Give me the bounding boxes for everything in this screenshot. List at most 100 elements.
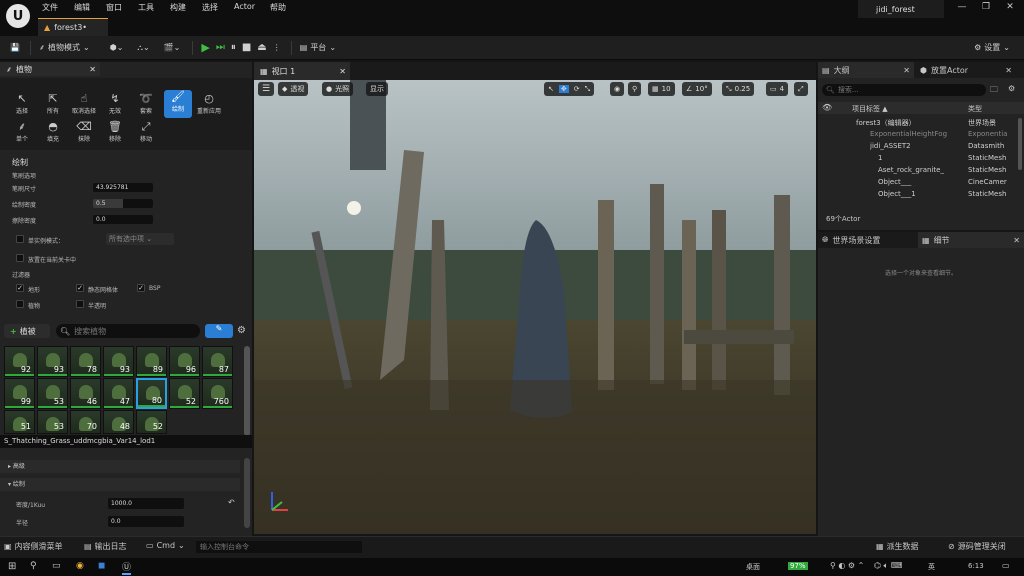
unreal-taskbar-icon[interactable]: Ⓤ <box>122 560 132 575</box>
surface-snap-icon[interactable]: ⚲ <box>628 82 642 96</box>
minimize-icon[interactable]: — <box>952 2 972 12</box>
single-instance-dropdown[interactable]: 所有选中项 ⌄ <box>106 233 174 245</box>
foliage-thumbnail[interactable]: 93 <box>37 346 68 377</box>
outliner-row[interactable]: 1 StaticMesh <box>818 154 1018 165</box>
foliage-thumbnail[interactable]: 52 <box>136 410 167 434</box>
column-label-header[interactable]: 项目标签 ▲ <box>852 104 888 114</box>
level-tab[interactable]: ▲ forest3• <box>38 18 108 36</box>
foliage-thumbnail[interactable]: 87 <box>202 346 233 377</box>
settings-button[interactable]: ⚙ 设置 ⌄ <box>974 36 1010 60</box>
platform-dropdown[interactable]: ▤ 平台 ⌄ <box>300 36 336 60</box>
rotate-icon[interactable]: ⟳ <box>574 85 580 93</box>
scale-snap-button[interactable]: ⤡ 0.25 <box>722 82 755 96</box>
close-tab-icon[interactable]: ✕ <box>1005 66 1012 75</box>
play-icon[interactable]: ▶ <box>201 36 209 60</box>
add-folder-icon[interactable]: 🗀 <box>990 84 998 98</box>
radius-field[interactable]: 0.0 <box>108 516 184 527</box>
outliner-search-input[interactable]: 🔍︎ 搜索... <box>822 84 986 96</box>
select-mode-icon[interactable]: ↖ <box>548 85 554 93</box>
thumb-scrollbar[interactable] <box>244 346 250 436</box>
tool-remove[interactable]: 🗑 移除 <box>101 120 129 148</box>
gear-icon[interactable]: ⚙ <box>1008 84 1015 93</box>
filter-translucent-checkbox[interactable] <box>76 300 84 308</box>
output-log-button[interactable]: ▤ 输出日志 <box>84 541 127 552</box>
show-button[interactable]: 显示 <box>366 82 388 96</box>
more-icon[interactable]: ⋮ <box>273 36 281 60</box>
outliner-row[interactable]: ExponentialHeightFog Exponentia <box>818 130 1018 141</box>
tab-details[interactable]: ▦ 细节 ✕ <box>918 232 1024 248</box>
menu-window[interactable]: 窗口 <box>106 2 122 13</box>
tool-single[interactable]: ⸙ 单个 <box>8 120 36 148</box>
maximize-icon[interactable]: ❐ <box>976 2 996 12</box>
stop-icon[interactable]: ■ <box>242 36 251 60</box>
level-viewport[interactable]: ☰ ◆ 透视 ● 光照 显示 ↖ ✥ ⟳ ⤡ ◉ ⚲ ▦ 10 ∠ 10° ⤡ 0.25 ▭ 4 … <box>254 80 816 534</box>
tray-icons[interactable]: ⚲ ◐ ⚙ ⌃ <box>830 561 864 570</box>
viewport-menu-icon[interactable]: ☰ <box>258 82 275 96</box>
content-drawer-button[interactable]: ▣ 内容侧滑菜单 <box>4 541 63 552</box>
app-icon[interactable]: ◼ <box>98 561 105 571</box>
blueprint-icon[interactable]: ⛬⌄ <box>137 36 149 60</box>
close-tab-icon[interactable]: ✕ <box>339 67 346 76</box>
column-type-header[interactable]: 类型 <box>968 104 982 114</box>
paint-density-slider[interactable]: 0.5 <box>93 199 153 208</box>
desktop-label[interactable]: 桌面 <box>746 562 760 572</box>
eject-icon[interactable]: ⏏ <box>257 36 266 60</box>
windows-start-icon[interactable]: ⊞ <box>8 561 16 572</box>
details-scrollbar[interactable] <box>244 458 250 528</box>
tool-invalid[interactable]: ↯ 无效 <box>101 92 129 120</box>
menu-build[interactable]: 构建 <box>170 2 186 13</box>
network-icon[interactable]: ⌬ 🔈︎ ⌨ <box>874 561 902 571</box>
outliner-scrollbar[interactable] <box>1018 118 1022 170</box>
foliage-thumbnail[interactable]: 52 <box>169 378 200 409</box>
outliner-row[interactable]: Aset_rock_granite_ StaticMesh <box>818 166 1018 177</box>
lit-button[interactable]: ● 光照 <box>322 82 354 96</box>
grid-snap-button[interactable]: ▦ 10 <box>648 82 675 96</box>
perspective-button[interactable]: ◆ 透视 <box>278 82 309 96</box>
add-actor-icon[interactable]: ⬢⌄ <box>110 36 124 60</box>
foliage-thumbnail[interactable]: 46 <box>70 378 101 409</box>
foliage-thumbnail[interactable]: 53 <box>37 378 68 409</box>
camera-speed-button[interactable]: ▭ 4 <box>766 82 789 96</box>
reset-icon[interactable]: ↶ <box>228 498 235 507</box>
search-icon[interactable]: ⚲ <box>30 561 37 571</box>
filter-header[interactable]: 过滤器 <box>12 270 30 279</box>
save-icon[interactable]: 💾 <box>10 36 30 60</box>
foliage-thumbnail[interactable]: 48 <box>103 410 134 434</box>
foliage-thumbnail[interactable]: 53 <box>37 410 68 434</box>
density-field[interactable]: 1000.0 <box>108 498 184 509</box>
foliage-thumbnail[interactable]: 92 <box>4 346 35 377</box>
menu-edit[interactable]: 编辑 <box>74 2 90 13</box>
foliage-thumbnail[interactable]: 93 <box>103 346 134 377</box>
eye-icon[interactable]: 👁︎ <box>822 103 832 112</box>
tab-place-actor[interactable]: ⬢ 放置Actor ✕ <box>914 62 1014 78</box>
tool-select[interactable]: ↖ 选择 <box>8 92 36 120</box>
outliner-row[interactable]: forest3（编辑器） 世界场景 <box>818 118 1018 129</box>
pause-icon[interactable]: ⏸ <box>231 36 236 60</box>
menu-help[interactable]: 帮助 <box>270 2 286 13</box>
scale-icon[interactable]: ⤡ <box>585 85 591 94</box>
tool-deselect[interactable]: ☝ 取消选择 <box>70 92 98 120</box>
tool-lasso[interactable]: ➰ 套索 <box>132 92 160 120</box>
menu-file[interactable]: 文件 <box>42 2 58 13</box>
filter-bsp-checkbox[interactable]: ✓ <box>137 284 145 292</box>
close-tab-icon[interactable]: ✕ <box>903 66 910 75</box>
tab-world-settings[interactable]: 🌐︎ 世界场景设置 <box>818 232 918 248</box>
menu-tools[interactable]: 工具 <box>138 2 154 13</box>
cinematics-icon[interactable]: 🎬⌄ <box>164 36 181 60</box>
tool-paint[interactable]: 🖌 绘制 <box>164 90 192 118</box>
console-input[interactable]: 输入控制台命令 <box>196 541 362 553</box>
gear-icon[interactable]: ⚙ <box>237 325 246 336</box>
foliage-thumbnail[interactable]: 51 <box>4 410 35 434</box>
tool-move[interactable]: ⤢ 移动 <box>132 120 160 148</box>
tool-reapply[interactable]: ◴ 重新应用 <box>195 92 223 120</box>
filter-staticmesh-checkbox[interactable]: ✓ <box>76 284 84 292</box>
section-paint2[interactable]: ▾ 绘制 <box>0 478 240 491</box>
single-instance-checkbox[interactable] <box>16 235 24 243</box>
mode-dropdown[interactable]: ⸙ 植物模式 ⌄ <box>39 36 90 60</box>
filter-foliage-checkbox[interactable] <box>16 300 24 308</box>
source-control-button[interactable]: ⊘ 源码管理关闭 <box>948 541 1006 552</box>
outliner-row[interactable]: Object___1 StaticMesh <box>818 190 1018 201</box>
notification-icon[interactable]: ▭ <box>1002 561 1010 570</box>
derived-data-button[interactable]: ▦ 派生数据 <box>876 541 919 552</box>
close-tab-icon[interactable]: ✕ <box>1013 236 1020 245</box>
